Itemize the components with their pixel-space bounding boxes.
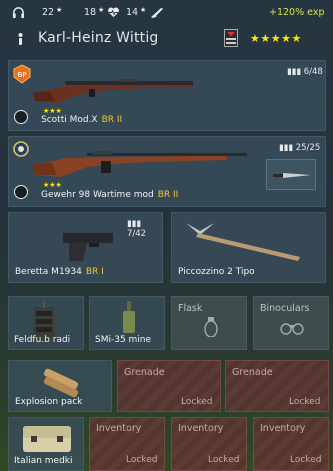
weapon-name: Scotti Mod.X	[41, 115, 98, 125]
stat-star: ★	[56, 6, 63, 14]
radio-label: Feldfu.b radi	[14, 335, 71, 345]
heart-pulse-icon	[108, 7, 119, 18]
weapon-br: BR II	[157, 190, 179, 200]
inventory-slot-locked[interactable]: Inventory Locked	[89, 417, 165, 471]
inventory-title: Inventory	[96, 423, 142, 434]
mine-label: SMi-35 mine	[95, 335, 152, 345]
gewehr-rifle-image	[32, 151, 247, 177]
bayonet-attachment-slot[interactable]	[266, 159, 316, 190]
binoculars-slot[interactable]: Binoculars	[253, 296, 329, 350]
weapon-br: BR II	[101, 115, 123, 125]
primary-ammo: ▮▮▮ 6/48	[287, 67, 323, 77]
sidearm-label: Beretta M1934 BR I	[15, 267, 104, 277]
medkit-slot[interactable]: Italian medki	[8, 417, 84, 471]
headphones-icon	[12, 7, 25, 19]
locked-label: Locked	[126, 455, 158, 465]
ammo-count: 25/25	[295, 143, 321, 153]
explosion-pack-image	[43, 368, 79, 398]
flask-title: Flask	[178, 303, 203, 314]
locked-label: Locked	[289, 397, 321, 407]
svg-text:BP: BP	[17, 71, 26, 79]
ammo-icon: ▮▮▮	[287, 67, 304, 77]
ammo-count: 6/48	[303, 67, 323, 77]
melee-slot[interactable]: Piccozzino 2 Tipo	[171, 212, 326, 283]
stat-value: 22	[42, 7, 55, 18]
locked-label: Locked	[181, 397, 213, 407]
medkit-bag-image	[23, 426, 71, 452]
ice-axe-image	[186, 223, 300, 261]
explosion-pack-slot[interactable]: Explosion pack	[8, 360, 112, 412]
grenade-slot-locked[interactable]: Grenade Locked	[117, 360, 221, 412]
secondary-weapon-label: Gewehr 98 Wartime mod BR II	[41, 190, 178, 200]
stat-value: 14	[126, 7, 139, 18]
grenade-title: Grenade	[232, 367, 273, 378]
scotti-rifle-image	[33, 79, 193, 103]
weapon-br: BR I	[85, 267, 104, 277]
binoculars-title: Binoculars	[260, 303, 310, 314]
mine-slot[interactable]: SMi-35 mine	[89, 296, 165, 350]
locked-label: Locked	[290, 455, 322, 465]
grenade-title: Grenade	[124, 367, 165, 378]
inventory-slot-locked[interactable]: Inventory Locked	[253, 417, 329, 471]
rifle-icon	[151, 7, 164, 19]
soldier-class-icon	[18, 31, 23, 45]
rank-stars: ★★★★★	[250, 32, 302, 45]
melee-label: Piccozzino 2 Tipo	[178, 267, 255, 277]
stat-star: ★	[140, 6, 147, 14]
sidearm-slot[interactable]: ▮▮▮ 7/42 Beretta M1934 BR I	[8, 212, 163, 283]
medkit-label: Italian medki	[14, 456, 73, 466]
radio-slot[interactable]: Feldfu.b radi	[8, 296, 84, 350]
soldier-name[interactable]: Karl-Heinz Wittig	[38, 30, 159, 46]
soldier-loadout-panel: 22 ★ 18 ★ 14 ★ +120% exp Karl-Heinz Witt…	[0, 0, 333, 471]
binoculars-icon	[280, 323, 304, 335]
stat-star: ★	[98, 6, 105, 14]
rank-insignia-icon	[224, 29, 238, 47]
inventory-title: Inventory	[260, 423, 306, 434]
primary-weapon-label: Scotti Mod.X BR II	[41, 115, 122, 125]
sidearm-ammo: ▮▮▮ 7/42	[127, 219, 162, 239]
stat-value: 18	[84, 7, 97, 18]
ammo-count: 7/42	[127, 229, 147, 239]
weapon-info-icon	[14, 185, 28, 199]
inventory-slot-locked[interactable]: Inventory Locked	[171, 417, 247, 471]
grenade-slot-locked[interactable]: Grenade Locked	[225, 360, 329, 412]
explosion-pack-label: Explosion pack	[15, 397, 83, 407]
ammo-icon: ▮▮▮	[279, 143, 296, 153]
exp-bonus: +120% exp	[269, 7, 325, 18]
locked-label: Locked	[208, 455, 240, 465]
inventory-title: Inventory	[178, 423, 224, 434]
weapon-name: Beretta M1934	[15, 267, 82, 277]
weapon-name: Gewehr 98 Wartime mod	[41, 190, 154, 200]
ammo-icon: ▮▮▮	[127, 219, 142, 229]
weapon-mod-icon	[14, 110, 28, 124]
beretta-pistol-image	[63, 233, 113, 261]
secondary-weapon-slot[interactable]: ▮▮▮ 25/25 ★★★ Gewehr 98 Wartime mod BR II	[8, 136, 326, 207]
bayonet-icon	[273, 173, 311, 178]
weapon-level-stars: ★★★	[43, 181, 62, 189]
flask-slot[interactable]: Flask	[171, 296, 247, 350]
primary-weapon-slot[interactable]: BP ▮▮▮ 6/48 ★★★ Scotti Mod.X BR II	[8, 60, 326, 131]
flask-icon	[204, 317, 218, 337]
secondary-ammo: ▮▮▮ 25/25	[279, 143, 320, 153]
smi-mine-image	[123, 301, 135, 333]
weapon-level-stars: ★★★	[43, 107, 62, 115]
